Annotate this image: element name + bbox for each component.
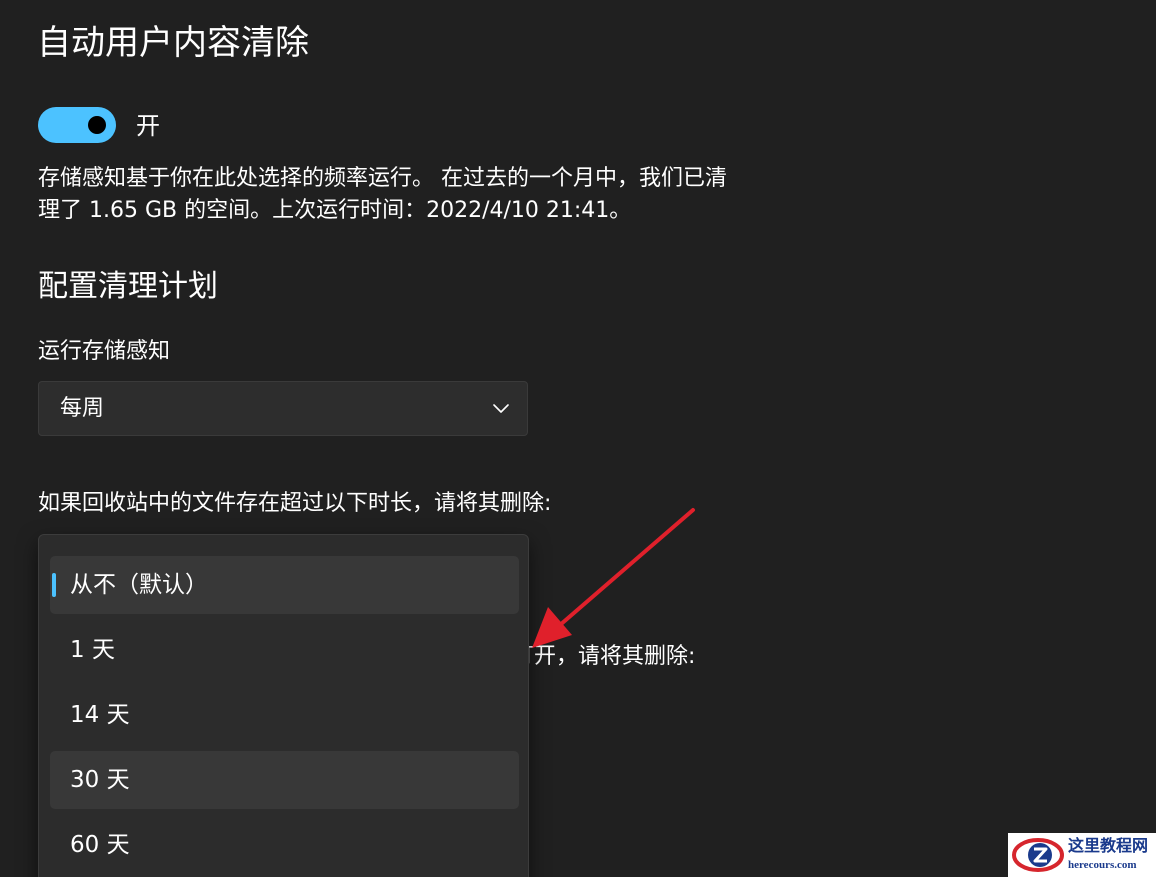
flyout-option-label: 从不（默认） [70,572,208,598]
page-title: 自动用户内容清除 [37,23,309,63]
recycle-bin-duration-flyout: 从不（默认） 1 天 14 天 30 天 60 天 [38,534,529,877]
flyout-option-60-days[interactable]: 60 天 [50,816,519,874]
run-storage-sense-label: 运行存储感知 [38,339,171,364]
flyout-option-never[interactable]: 从不（默认） [50,556,519,614]
site-watermark: 这里教程网 herecours.com [1008,833,1156,877]
flyout-option-label: 30 天 [70,767,130,793]
auto-cleanup-toggle[interactable] [38,107,116,143]
storage-sense-description: 存储感知基于你在此处选择的频率运行。 在过去的一个月中，我们已清 理了 1.65… [38,163,828,227]
downloads-duration-label-partial: 打开，请将其删除: [512,644,696,669]
run-frequency-value: 每周 [60,396,105,421]
toggle-state-label: 开 [136,112,160,140]
description-line-1: 存储感知基于你在此处选择的频率运行。 在过去的一个月中，我们已清 [38,166,727,191]
flyout-option-label: 14 天 [70,702,130,728]
run-frequency-dropdown[interactable]: 每周 [38,381,528,436]
flyout-option-label: 60 天 [70,832,130,858]
chevron-down-icon [493,404,509,413]
schedule-section-title: 配置清理计划 [38,269,218,304]
selected-indicator [52,573,56,597]
storage-sense-settings-page: 自动用户内容清除 开 存储感知基于你在此处选择的频率运行。 在过去的一个月中，我… [0,0,1156,877]
recycle-bin-duration-label: 如果回收站中的文件存在超过以下时长，请将其删除: [38,491,552,516]
watermark-name: 这里教程网 [1068,836,1149,855]
toggle-knob [88,116,106,134]
flyout-option-1-day[interactable]: 1 天 [50,621,519,679]
flyout-option-label: 1 天 [70,637,115,663]
watermark-domain: herecours.com [1068,859,1137,871]
watermark-logo-icon [1012,838,1064,872]
description-line-2: 理了 1.65 GB 的空间。上次运行时间：2022/4/10 21:41。 [38,198,632,223]
flyout-option-30-days[interactable]: 30 天 [50,751,519,809]
flyout-option-14-days[interactable]: 14 天 [50,686,519,744]
